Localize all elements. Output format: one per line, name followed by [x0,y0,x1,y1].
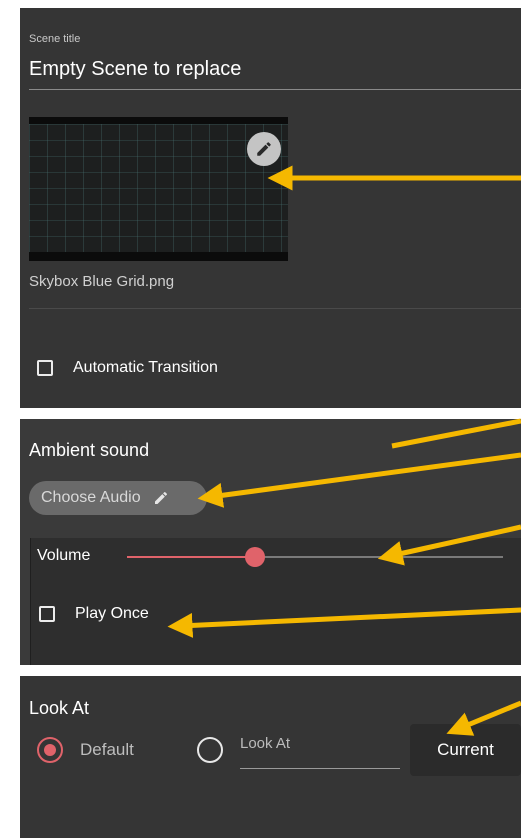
volume-box: Volume Play Once [30,538,521,665]
volume-slider-track [255,556,503,558]
pencil-icon [153,490,169,506]
automatic-transition-checkbox[interactable] [37,360,53,376]
scene-divider [29,308,521,309]
scene-title-input[interactable]: Empty Scene to replace [29,58,241,81]
radio-default-dot [44,744,56,756]
volume-slider[interactable] [127,547,503,576]
pencil-icon [257,142,271,156]
look-at-field-underline [240,768,400,769]
current-button[interactable]: Current [410,724,521,776]
ambient-sound-panel: Ambient sound Choose Audio Volume Play O… [20,419,521,665]
look-at-field[interactable]: Look At [240,735,290,752]
play-once-label: Play Once [75,605,149,622]
ambient-sound-title: Ambient sound [29,440,150,460]
skybox-filename: Skybox Blue Grid.png [29,273,175,290]
choose-audio-label: Choose Audio [41,489,141,506]
volume-label: Volume [37,547,91,564]
scene-title-underline [29,89,521,90]
look-at-title: Look At [29,698,90,718]
play-once-checkbox[interactable] [39,606,55,622]
look-at-panel: Look At Default Look At Current [20,676,521,838]
automatic-transition-label: Automatic Transition [73,359,218,376]
radio-default[interactable] [37,737,63,763]
volume-slider-fill [127,556,255,558]
edit-skybox-button[interactable] [247,132,281,166]
volume-slider-thumb[interactable] [245,547,265,567]
radio-default-label: Default [80,740,134,759]
scene-panel: Scene title Empty Scene to replace Skybo… [20,8,521,408]
radio-look-at[interactable] [197,737,223,763]
skybox-thumbnail[interactable] [29,117,288,261]
scene-title-label: Scene title [29,33,81,45]
choose-audio-button[interactable]: Choose Audio [29,481,207,515]
